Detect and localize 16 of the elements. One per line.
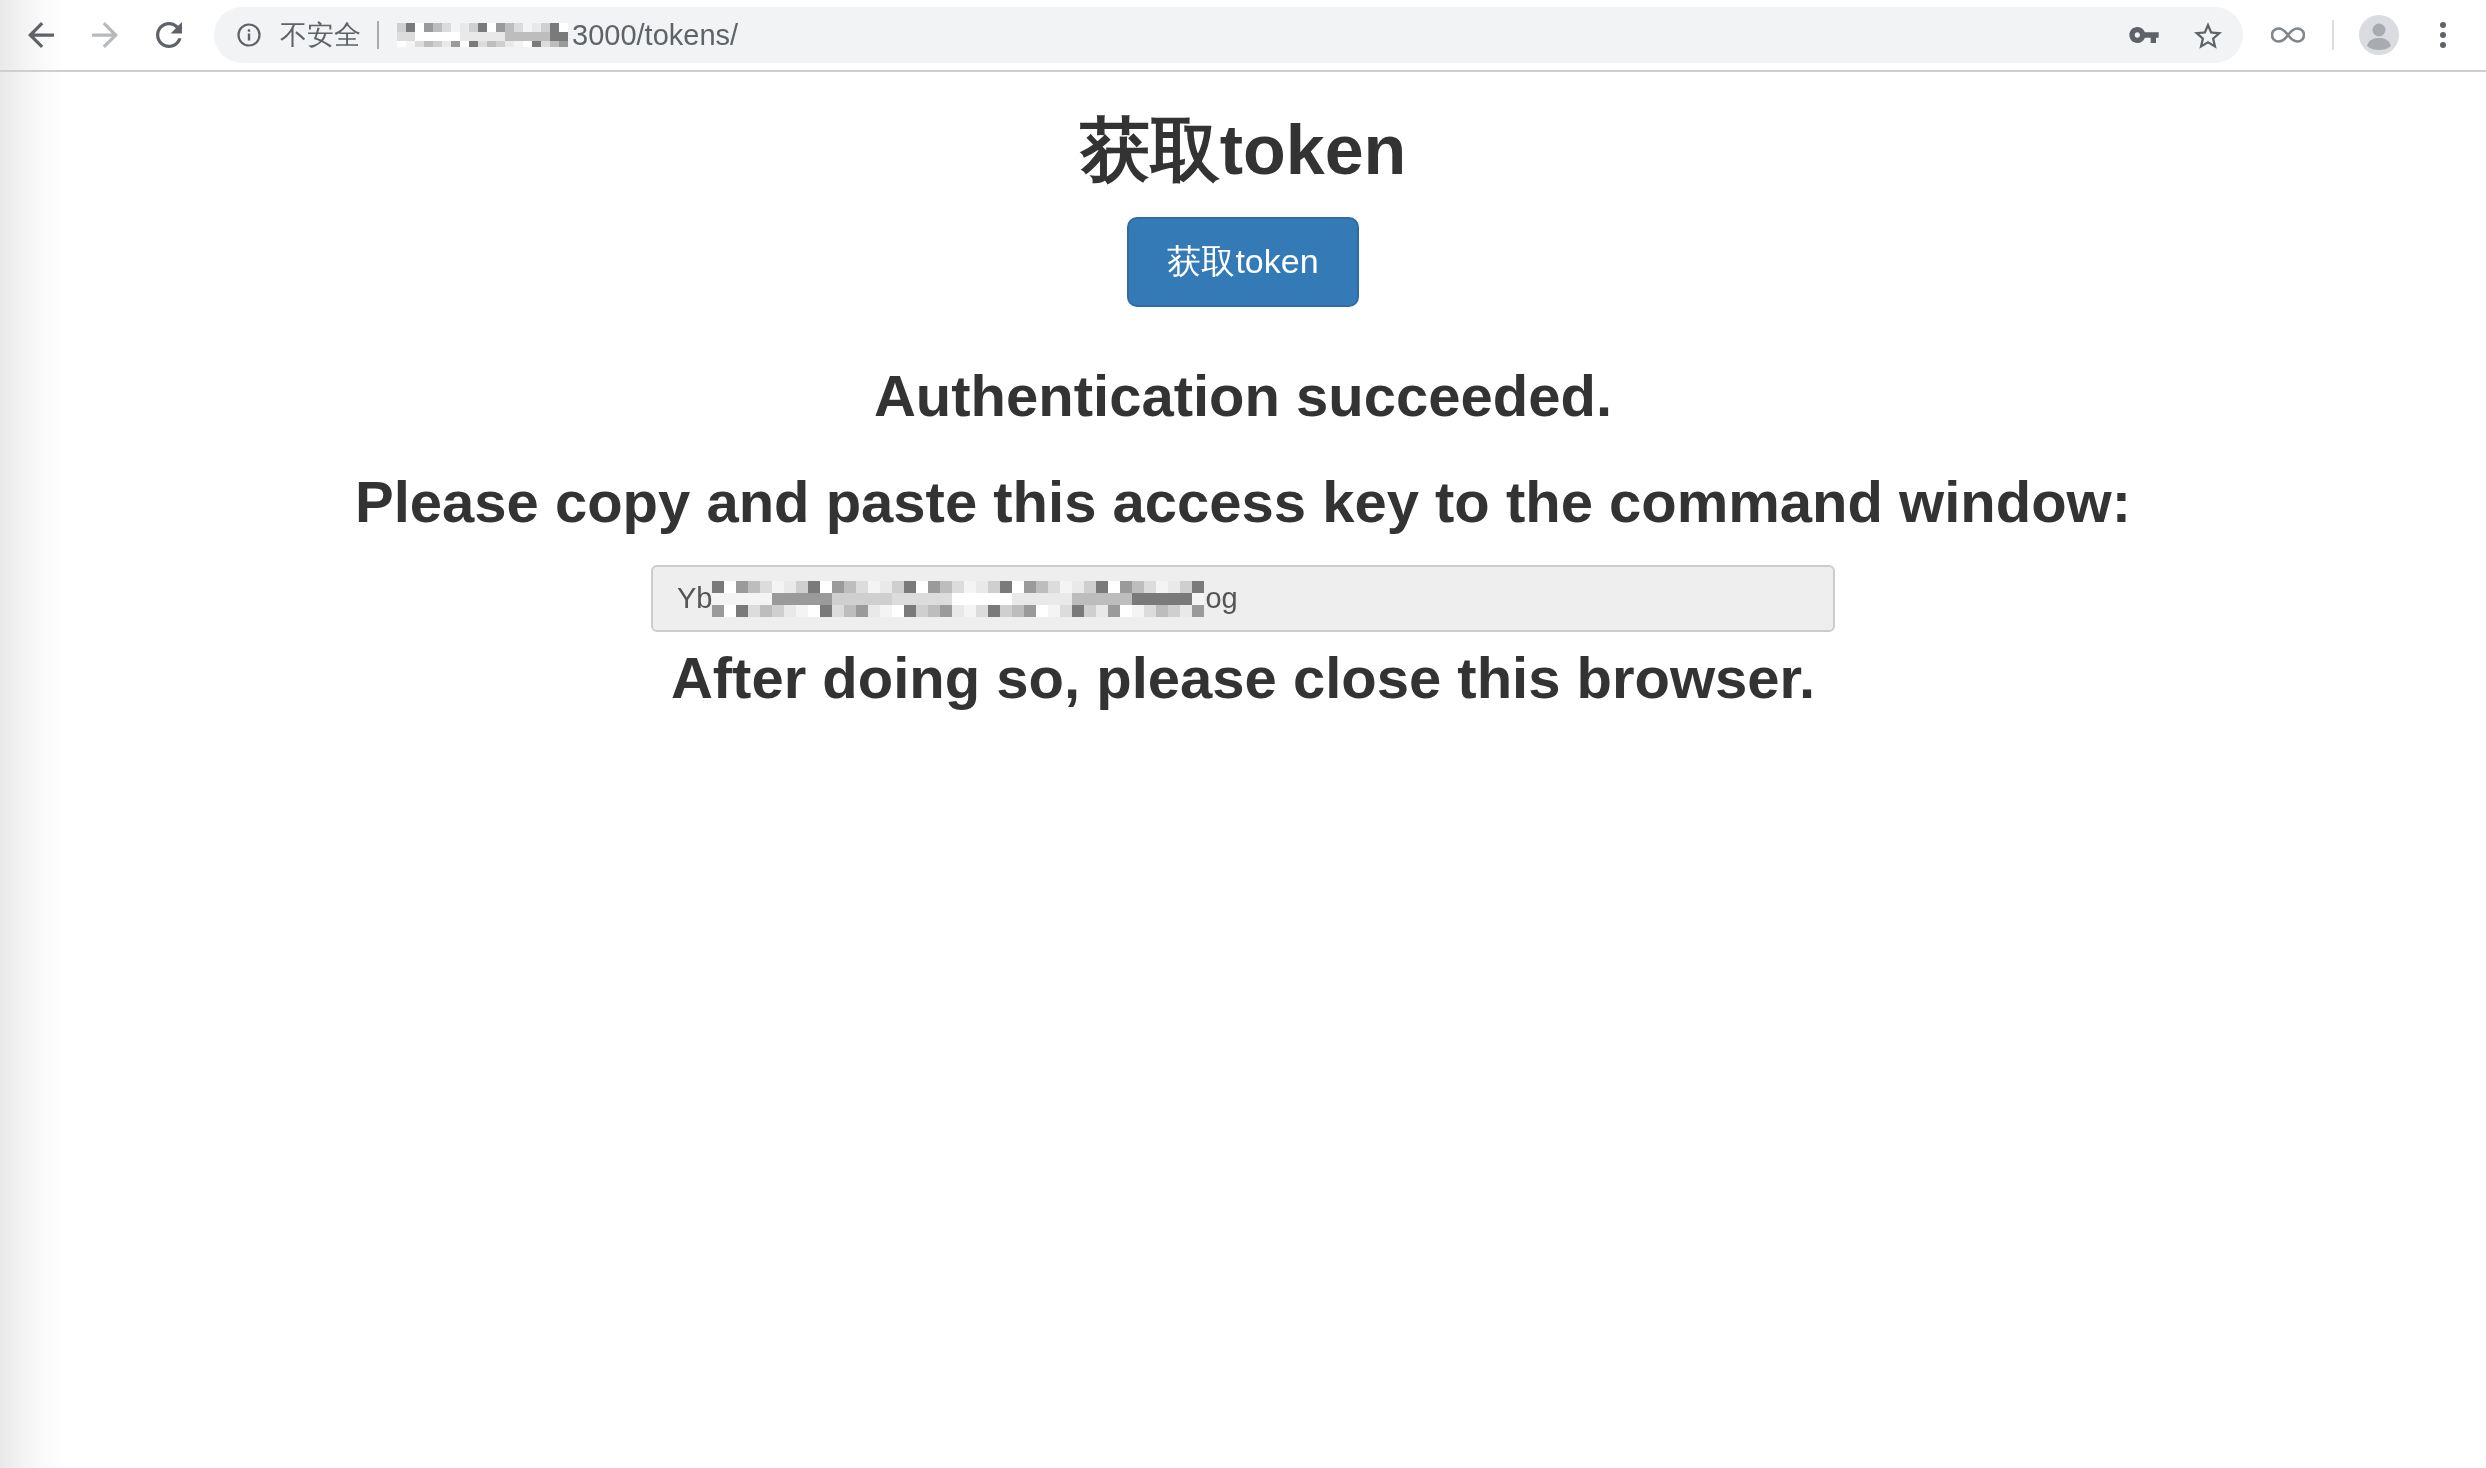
address-bar[interactable]: 不安全 3000/tokens/ [214, 7, 2243, 63]
closing-note: After doing so, please close this browser. [670, 644, 1816, 712]
infinity-icon[interactable] [2271, 27, 2305, 43]
info-icon [237, 23, 261, 47]
page-title: 获取token [1079, 110, 1407, 190]
more-menu-icon[interactable] [2440, 22, 2446, 48]
success-message: Authentication succeeded. [874, 362, 1612, 430]
back-arrow-icon[interactable] [28, 22, 54, 48]
key-icon[interactable] [2129, 27, 2159, 43]
get-token-button[interactable]: 获取token [1127, 217, 1359, 307]
star-icon[interactable] [2194, 21, 2222, 49]
reload-icon[interactable] [156, 22, 182, 48]
instruction-text: Please copy and paste this access key to the command window: [355, 468, 2131, 536]
security-chip[interactable]: 不安全 [237, 17, 361, 53]
url-text: 3000/tokens/ [572, 18, 739, 52]
key-field[interactable]: Yb og [651, 565, 1835, 632]
